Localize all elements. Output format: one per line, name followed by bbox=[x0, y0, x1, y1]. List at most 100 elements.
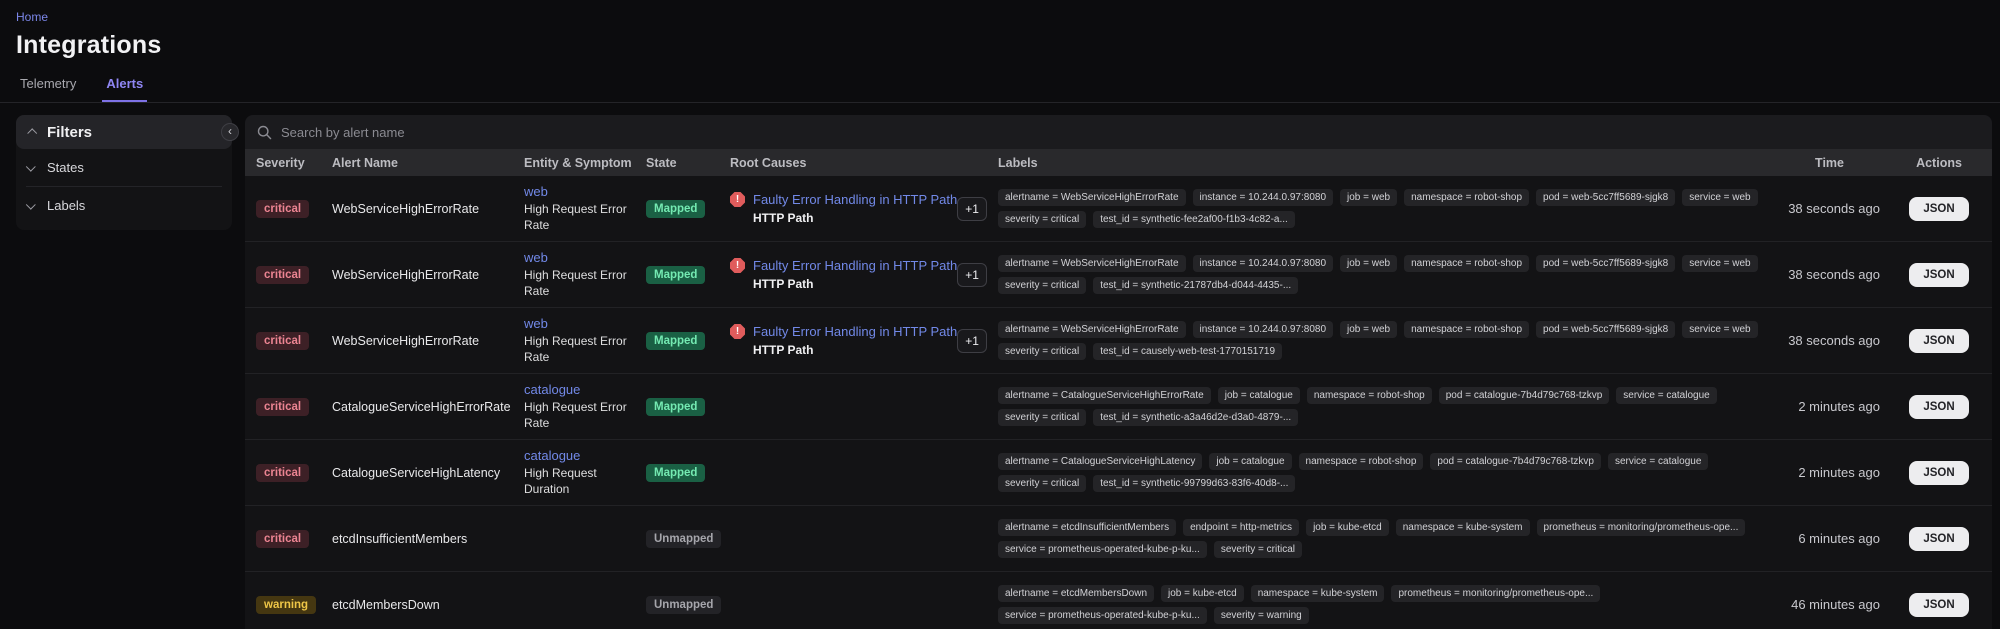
search-bar bbox=[245, 115, 1992, 149]
column-header-entity-symptom: Entity & Symptom bbox=[520, 151, 642, 175]
table-row: critical WebServiceHighErrorRate web High R… bbox=[245, 176, 1992, 242]
time-text: 38 seconds ago bbox=[1788, 201, 1880, 216]
label-chip: service = web bbox=[1682, 255, 1757, 272]
chevron-down-icon bbox=[26, 162, 36, 172]
state-badge: Unmapped bbox=[646, 530, 721, 548]
label-chip: test_id = causely-web-test-1770151719 bbox=[1093, 343, 1282, 360]
severity-cell: critical bbox=[252, 393, 328, 420]
time-cell: 46 minutes ago bbox=[1768, 592, 1894, 618]
time-text: 38 seconds ago bbox=[1788, 333, 1880, 348]
severity-badge: critical bbox=[256, 266, 309, 284]
label-chip: alertname = WebServiceHighErrorRate bbox=[998, 255, 1186, 272]
severity-badge: critical bbox=[256, 530, 309, 548]
label-chip: pod = catalogue-7b4d79c768-tzkvp bbox=[1439, 387, 1610, 404]
json-button[interactable]: JSON bbox=[1909, 527, 1968, 551]
json-button[interactable]: JSON bbox=[1909, 263, 1968, 287]
tab-alerts[interactable]: Alerts bbox=[102, 72, 147, 102]
label-chip: namespace = robot-shop bbox=[1404, 189, 1529, 206]
time-text: 2 minutes ago bbox=[1798, 465, 1880, 480]
labels-cell: alertname = CatalogueServiceHighLatencyj… bbox=[994, 449, 1768, 496]
state-cell: Unmapped bbox=[642, 525, 726, 552]
filter-section-labels[interactable]: Labels bbox=[16, 187, 232, 224]
alert-name: CatalogueServiceHighErrorRate bbox=[332, 400, 516, 414]
table-header: Severity Alert Name Entity & Symptom Sta… bbox=[245, 149, 1992, 176]
root-causes-cell bbox=[726, 469, 994, 477]
table-row: critical WebServiceHighErrorRate web High R… bbox=[245, 242, 1992, 308]
severity-cell: critical bbox=[252, 327, 328, 354]
severity-badge: critical bbox=[256, 200, 309, 218]
time-text: 2 minutes ago bbox=[1798, 399, 1880, 414]
entity-symptom-cell: catalogueHigh Request Duration bbox=[520, 443, 642, 501]
severity-cell: critical bbox=[252, 195, 328, 222]
label-chip: severity = critical bbox=[998, 211, 1086, 228]
filter-section-label: Labels bbox=[47, 198, 85, 213]
entity-symptom-cell: catalogueHigh Request Error Rate bbox=[520, 377, 642, 435]
label-chip: namespace = robot-shop bbox=[1404, 321, 1529, 338]
label-chip: namespace = robot-shop bbox=[1299, 453, 1424, 470]
root-cause-more-badge[interactable]: +1 bbox=[957, 329, 987, 353]
time-cell: 38 seconds ago bbox=[1768, 328, 1894, 354]
time-text: 46 minutes ago bbox=[1791, 597, 1880, 612]
alert-name-cell: WebServiceHighErrorRate bbox=[328, 198, 520, 220]
actions-cell: JSON bbox=[1894, 193, 1984, 225]
state-cell: Mapped bbox=[642, 327, 726, 354]
alert-name: WebServiceHighErrorRate bbox=[332, 268, 516, 282]
alert-name-cell: etcdMembersDown bbox=[328, 594, 520, 616]
breadcrumb[interactable]: Home bbox=[16, 10, 1984, 24]
label-chip: instance = 10.244.0.97:8080 bbox=[1193, 189, 1334, 206]
severity-cell: critical bbox=[252, 261, 328, 288]
root-causes-cell bbox=[726, 403, 994, 411]
state-cell: Mapped bbox=[642, 195, 726, 222]
entity-link[interactable]: catalogue bbox=[524, 448, 580, 463]
symptom-text: High Request Error Rate bbox=[524, 202, 632, 233]
label-chip: severity = critical bbox=[998, 475, 1086, 492]
symptom-text: High Request Error Rate bbox=[524, 268, 632, 299]
json-button[interactable]: JSON bbox=[1909, 593, 1968, 617]
table-row: criticaletcdInsufficientMembersUnmappeda… bbox=[245, 506, 1992, 572]
filter-section-states[interactable]: States bbox=[16, 149, 232, 186]
entity-link[interactable]: web bbox=[524, 316, 548, 331]
labels-cell: alertname = WebServiceHighErrorRateinsta… bbox=[994, 251, 1768, 298]
label-chip: namespace = kube-system bbox=[1251, 585, 1385, 602]
tab-telemetry[interactable]: Telemetry bbox=[16, 72, 80, 102]
time-cell: 2 minutes ago bbox=[1768, 460, 1894, 486]
root-cause-link[interactable]: Faulty Error Handling in HTTP Path bbox=[753, 258, 957, 273]
label-chip: severity = critical bbox=[998, 343, 1086, 360]
severity-badge: critical bbox=[256, 398, 309, 416]
entity-link[interactable]: web bbox=[524, 250, 548, 265]
entity-link[interactable]: web bbox=[524, 184, 548, 199]
label-chip: severity = critical bbox=[998, 277, 1086, 294]
state-badge: Mapped bbox=[646, 464, 705, 482]
filters-header[interactable]: Filters ‹ bbox=[16, 115, 232, 149]
label-chip: job = catalogue bbox=[1218, 387, 1300, 404]
time-cell: 6 minutes ago bbox=[1768, 526, 1894, 552]
entity-symptom-cell: web High Request Error Rate bbox=[520, 311, 642, 369]
json-button[interactable]: JSON bbox=[1909, 329, 1968, 353]
page-header: Home Integrations Telemetry Alerts bbox=[0, 0, 2000, 103]
root-cause-more-badge[interactable]: +1 bbox=[957, 197, 987, 221]
label-chip: service = catalogue bbox=[1616, 387, 1716, 404]
labels-cell: alertname = WebServiceHighErrorRateinsta… bbox=[994, 317, 1768, 364]
label-chip: service = web bbox=[1682, 189, 1757, 206]
root-cause-link[interactable]: Faulty Error Handling in HTTP Path bbox=[753, 192, 957, 207]
entity-symptom-cell: web High Request Error Rate bbox=[520, 179, 642, 237]
search-input[interactable] bbox=[281, 125, 881, 140]
root-cause-title-row: !Faulty Error Handling in HTTP Path bbox=[730, 258, 957, 273]
json-button[interactable]: JSON bbox=[1909, 197, 1968, 221]
collapse-sidebar-icon[interactable]: ‹ bbox=[221, 123, 239, 141]
root-cause: !Faulty Error Handling in HTTP PathHTTP … bbox=[730, 324, 957, 357]
time-cell: 2 minutes ago bbox=[1768, 394, 1894, 420]
label-chip: service = prometheus-operated-kube-p-ku.… bbox=[998, 607, 1207, 624]
entity-link[interactable]: catalogue bbox=[524, 382, 580, 397]
actions-cell: JSON bbox=[1894, 589, 1984, 621]
state-cell: Unmapped bbox=[642, 591, 726, 618]
alert-name: WebServiceHighErrorRate bbox=[332, 334, 516, 348]
root-cause-more-badge[interactable]: +1 bbox=[957, 263, 987, 287]
root-cause-link[interactable]: Faulty Error Handling in HTTP Path bbox=[753, 324, 957, 339]
labels-cell: alertname = WebServiceHighErrorRateinsta… bbox=[994, 185, 1768, 232]
alert-name: WebServiceHighErrorRate bbox=[332, 202, 516, 216]
actions-cell: JSON bbox=[1894, 391, 1984, 423]
json-button[interactable]: JSON bbox=[1909, 395, 1968, 419]
json-button[interactable]: JSON bbox=[1909, 461, 1968, 485]
symptom-text: High Request Error Rate bbox=[524, 334, 632, 365]
